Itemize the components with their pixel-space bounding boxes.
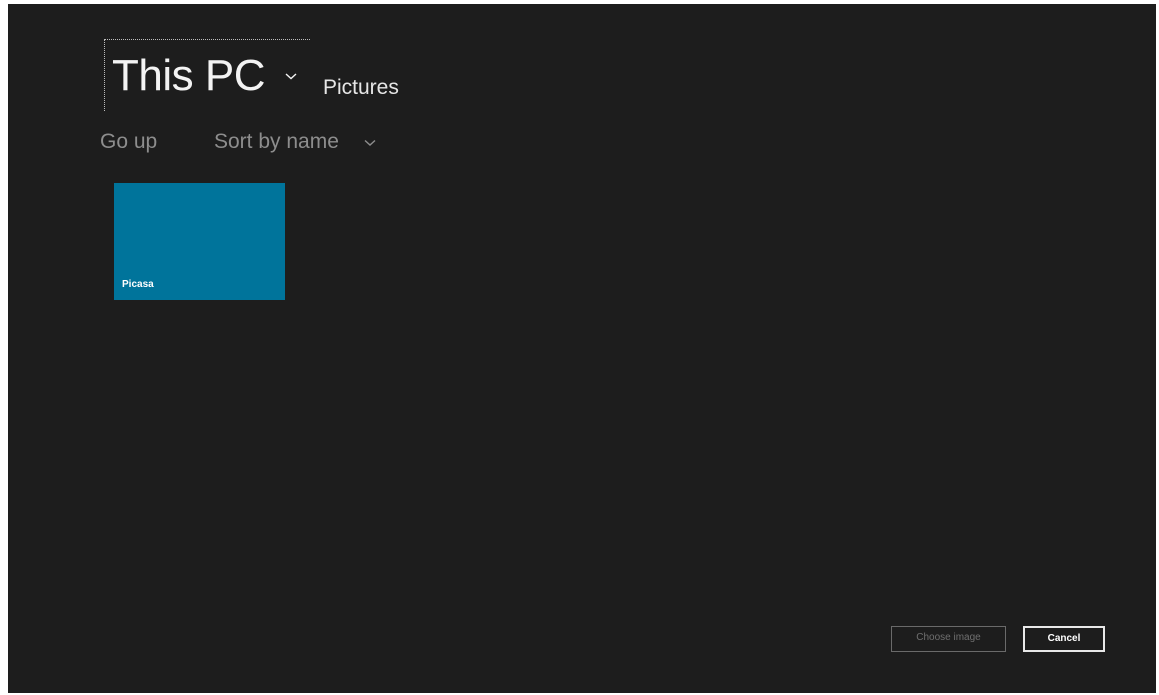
cancel-button[interactable]: Cancel	[1023, 626, 1105, 652]
go-up-button[interactable]: Go up	[100, 129, 157, 155]
sort-chevron-down-icon[interactable]	[364, 138, 376, 148]
folder-tile-label: Picasa	[122, 279, 154, 290]
file-picker-screen: This PC Pictures Go up Sort by name Pica…	[8, 4, 1156, 693]
chevron-down-icon[interactable]	[285, 70, 297, 82]
sort-by-button[interactable]: Sort by name	[214, 129, 339, 155]
location-subfolder: Pictures	[323, 76, 399, 99]
folder-tile-picasa[interactable]: Picasa	[114, 183, 285, 300]
location-title[interactable]: This PC	[112, 48, 265, 104]
choose-image-button[interactable]: Choose image	[891, 626, 1006, 652]
